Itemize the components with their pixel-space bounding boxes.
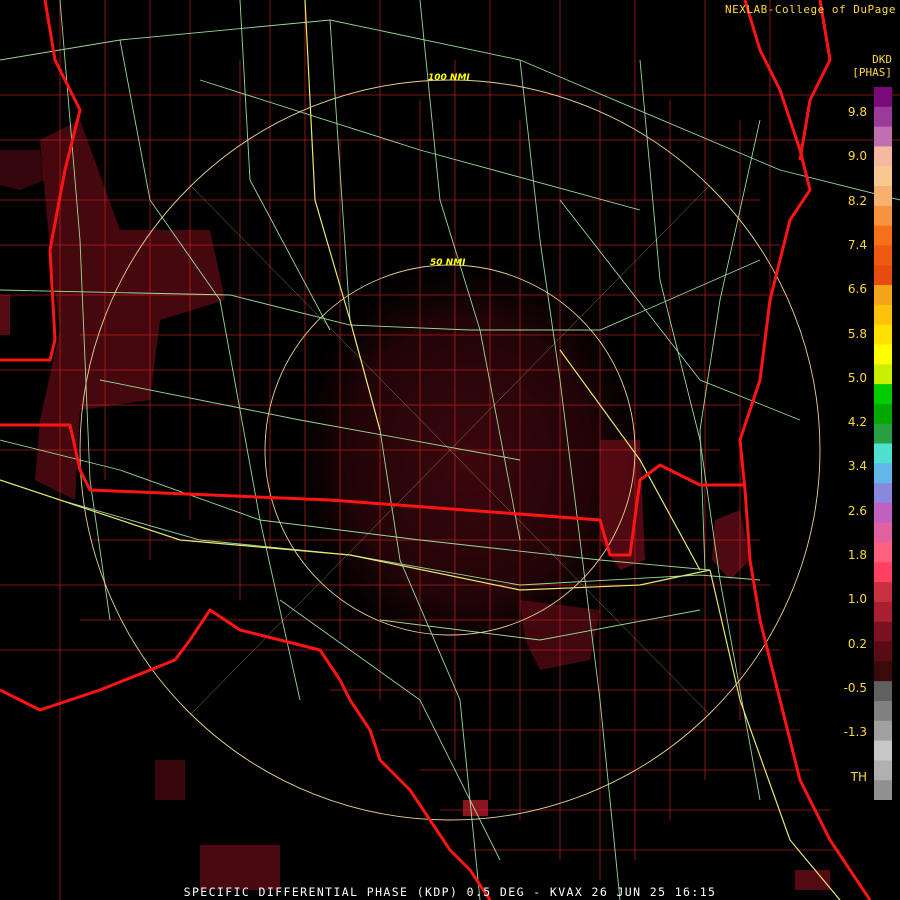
legend-tick-label: -1.3 (843, 725, 867, 740)
legend-tick-label: 5.0 (847, 370, 867, 385)
credit-text: NEXLAB-College of DuPage (725, 3, 896, 16)
central-echo (295, 260, 645, 660)
color-swatch (874, 661, 892, 682)
color-swatch (874, 582, 892, 603)
legend-tick-label: 2.6 (847, 503, 867, 518)
legend-tick-label: 1.0 (847, 592, 867, 607)
color-swatch (874, 403, 892, 425)
color-swatch (874, 364, 892, 385)
radar-map (0, 0, 900, 900)
color-swatch (874, 265, 892, 286)
color-scale-bar (874, 87, 892, 800)
color-swatch (874, 146, 892, 167)
color-swatch (874, 87, 892, 108)
legend-tick-label: 6.6 (847, 282, 867, 297)
east-echo-2 (712, 510, 750, 580)
legend-tick-label: 9.0 (847, 149, 867, 164)
legend-tick-label: TH (850, 769, 867, 784)
color-swatch (874, 245, 892, 266)
legend-tick-label: 9.8 (847, 105, 867, 119)
legend-tick-label: 3.4 (847, 459, 867, 474)
color-swatch (874, 443, 892, 464)
legend-tick-label: -0.5 (843, 680, 867, 695)
color-swatch (874, 720, 892, 742)
color-swatch (874, 285, 892, 306)
product-caption: SPECIFIC DIFFERENTIAL PHASE (KDP) 0.5 DE… (183, 885, 717, 899)
color-swatch (874, 760, 892, 781)
color-swatch (874, 106, 892, 128)
echo-blob-5 (0, 295, 10, 335)
color-swatch (874, 621, 892, 643)
left-strip-echo (0, 150, 45, 190)
color-swatch (874, 186, 892, 207)
color-swatch (874, 780, 892, 800)
legend-tick-label: 1.8 (847, 548, 867, 562)
color-swatch (874, 166, 892, 187)
color-swatch (874, 463, 892, 484)
color-swatch (874, 126, 892, 147)
echo-blob-1 (463, 800, 488, 816)
legend-tick-label: 4.2 (847, 415, 867, 430)
legend-tick-label: 8.2 (847, 193, 867, 208)
color-swatch (874, 641, 892, 662)
color-swatch (874, 384, 892, 405)
color-swatch (874, 522, 892, 544)
color-swatch (874, 601, 892, 623)
color-swatch (874, 542, 892, 563)
echo-blob-3 (155, 760, 185, 800)
color-swatch (874, 502, 892, 524)
legend-tick-label: 7.4 (847, 237, 867, 252)
color-swatch (874, 423, 892, 444)
color-swatch (874, 483, 892, 504)
legend-tick-label: 0.2 (847, 636, 867, 651)
color-swatch (874, 562, 892, 583)
legend-unit-line1: DKD (872, 53, 892, 66)
color-swatch (874, 344, 892, 365)
color-swatch (874, 304, 892, 326)
color-swatch (874, 205, 892, 227)
sc-border (798, 0, 832, 161)
ring-label-100nmi: 100 NMI (428, 73, 470, 83)
legend-unit: DKD [PHAS] (852, 53, 892, 79)
color-swatch (874, 681, 892, 702)
echo-blob-2 (200, 845, 280, 890)
legend-tick-label: 5.8 (847, 326, 867, 341)
color-swatch (874, 740, 892, 761)
color-swatch (874, 700, 892, 722)
legend-unit-line2: [PHAS] (852, 66, 892, 79)
color-swatch (874, 324, 892, 345)
color-swatch (874, 225, 892, 246)
ring-label-50nmi: 50 NMI (430, 258, 466, 268)
